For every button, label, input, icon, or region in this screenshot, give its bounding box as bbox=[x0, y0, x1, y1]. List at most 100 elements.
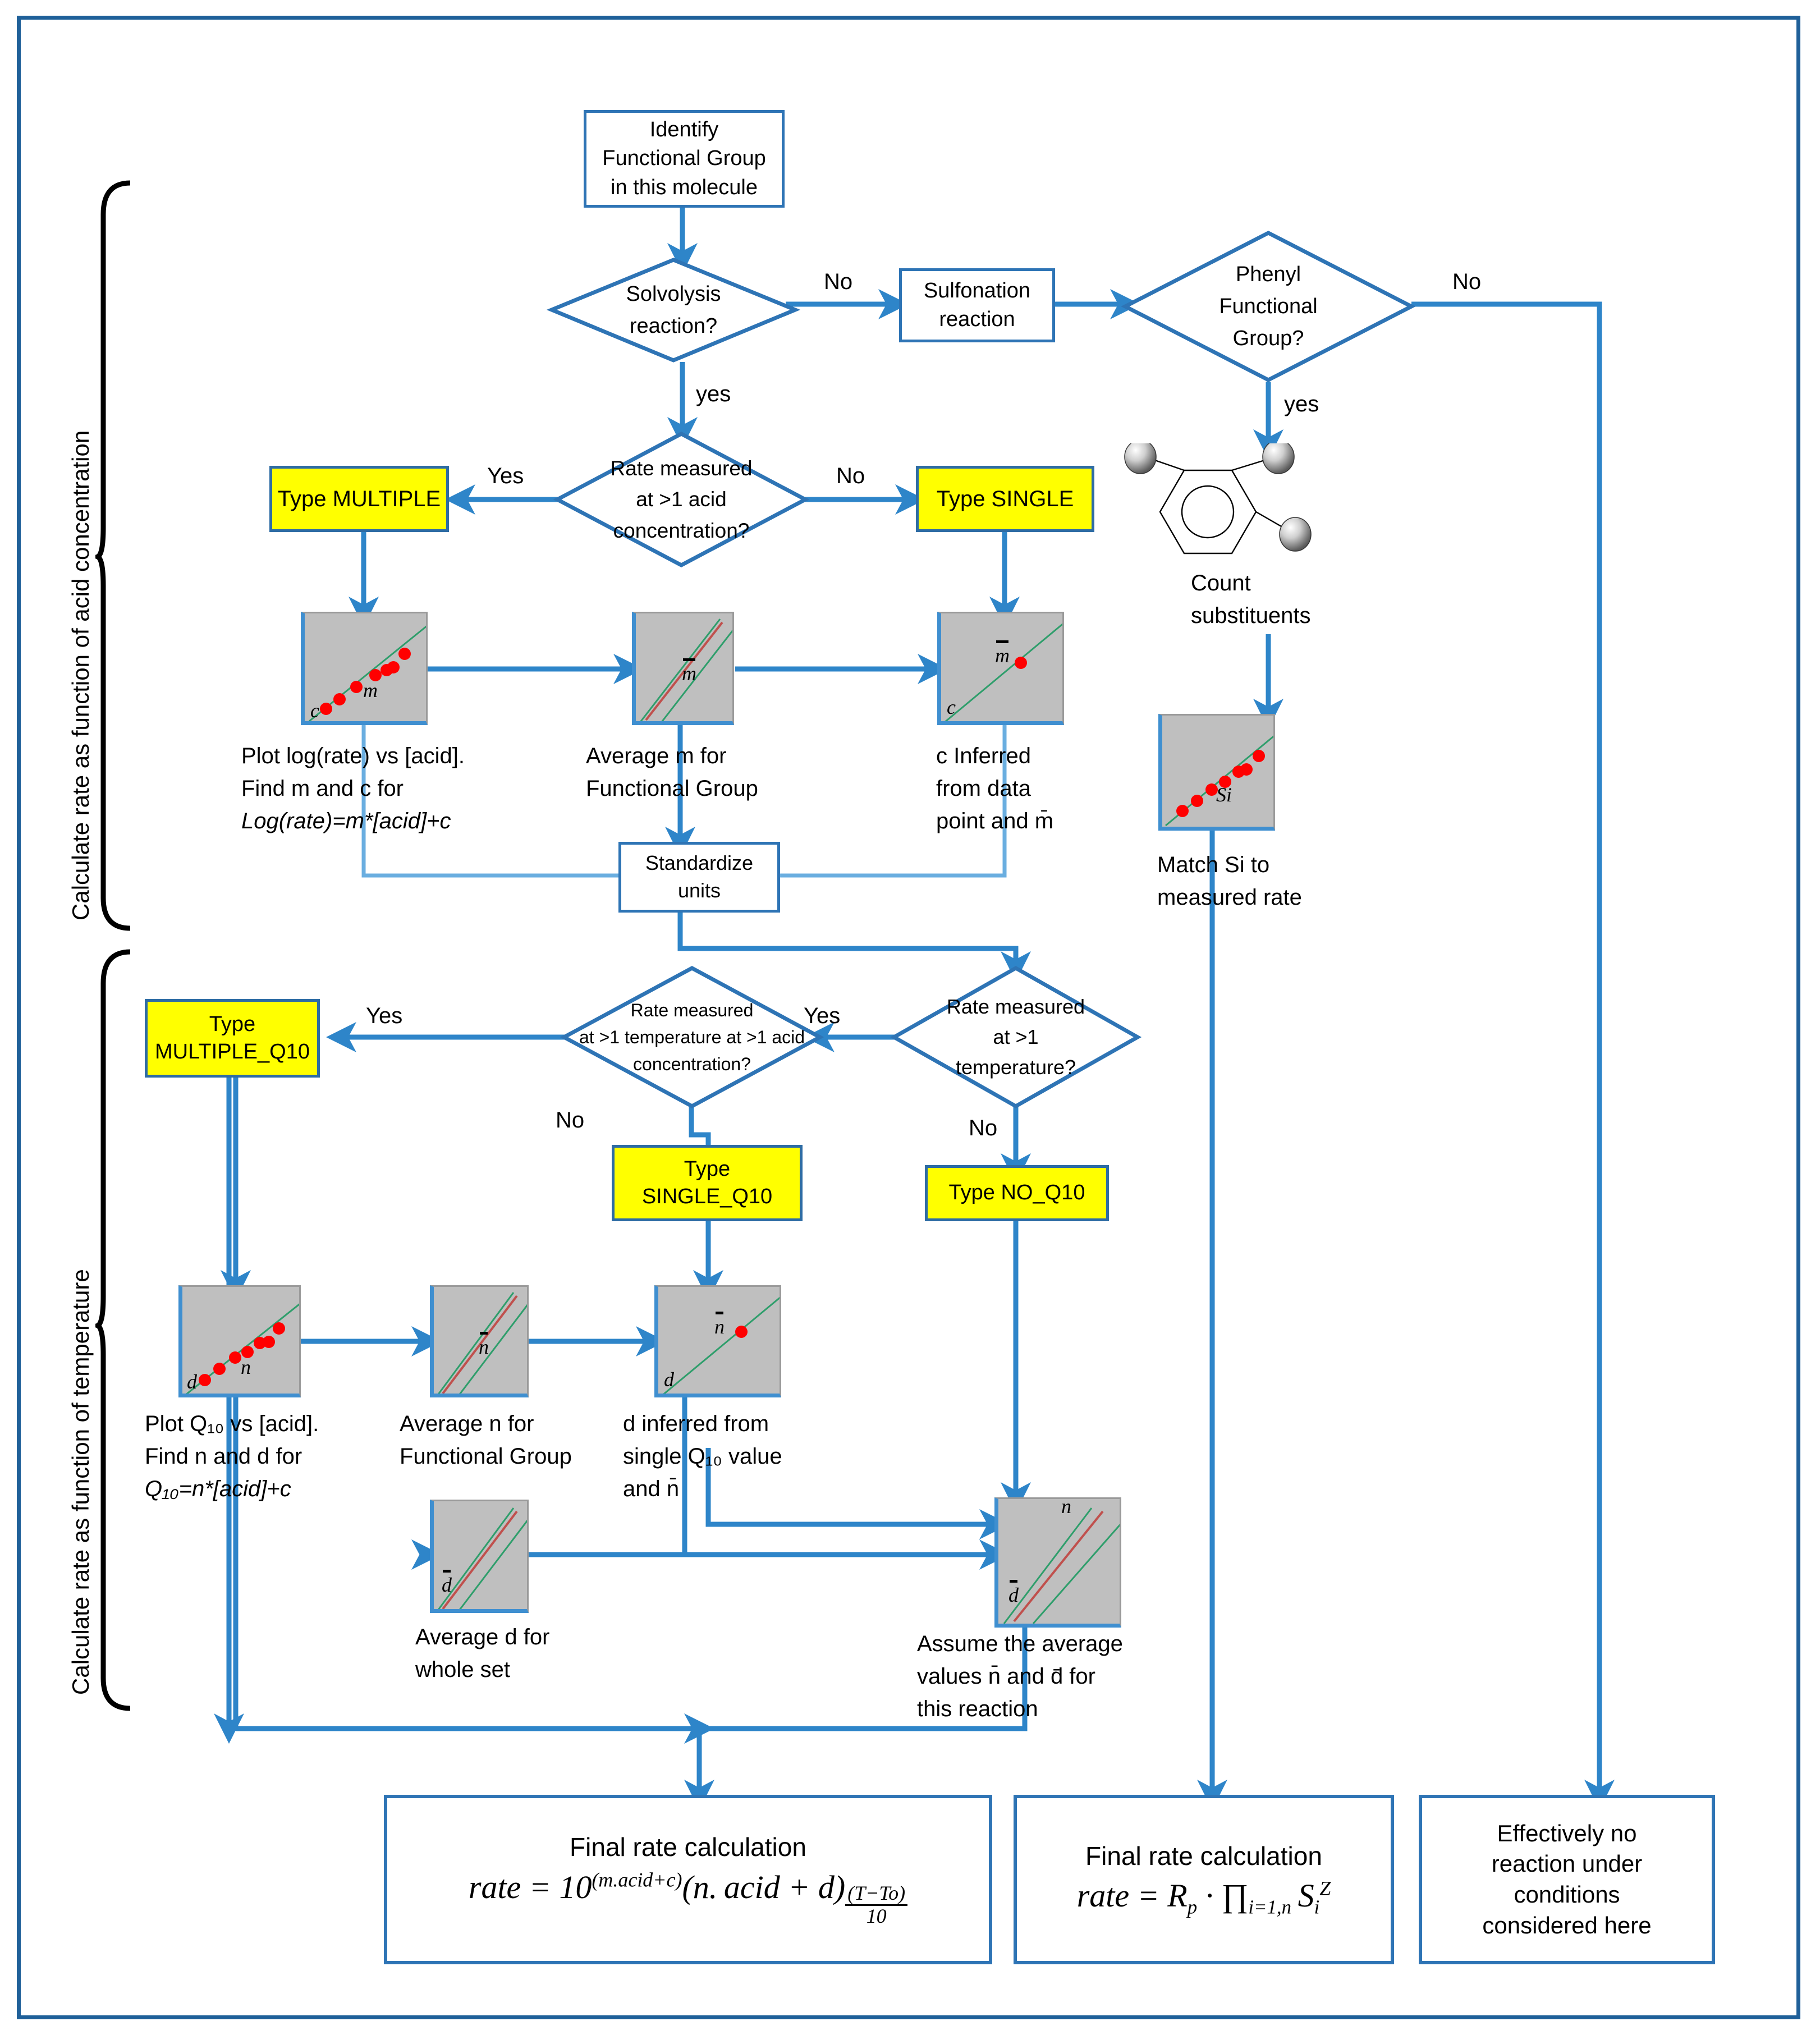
bracket-acid bbox=[95, 180, 131, 931]
caption-assume-average: Assume the average values n̄ and d̄ for … bbox=[917, 1628, 1186, 1725]
caption-c-inferred-line-2: from data bbox=[936, 776, 1031, 801]
node-standardize-line-1: Standardize bbox=[645, 851, 754, 875]
node-standardize-units[interactable]: Standardize units bbox=[618, 842, 780, 913]
node-rate-measured-acid[interactable]: Rate measured at >1 acid concentration? bbox=[553, 432, 810, 567]
plot-match-si[interactable]: Si bbox=[1158, 714, 1275, 831]
node-rate-measured-temp-acid[interactable]: Rate measured at >1 temperature at >1 ac… bbox=[560, 966, 824, 1108]
caption-average-d: Average d for whole set bbox=[415, 1621, 617, 1686]
caption-match-si: Match Si to measured rate bbox=[1157, 849, 1359, 914]
caption-match-si-line-2: measured rate bbox=[1157, 885, 1302, 910]
plot-average-m[interactable]: m bbox=[632, 612, 734, 725]
plot-d-inferred[interactable]: n d bbox=[654, 1285, 781, 1397]
caption-average-n-line-1: Average n for bbox=[400, 1411, 534, 1436]
plot-symbol-n-bar-2: n bbox=[714, 1312, 725, 1339]
caption-d-inferred-line-3: and n̄ bbox=[623, 1477, 680, 1501]
final-rate-1-title: Final rate calculation bbox=[570, 1832, 806, 1862]
node-identify-line-1: Identify bbox=[649, 118, 719, 142]
caption-c-inferred-line-1: c Inferred bbox=[936, 744, 1031, 768]
edge-label-rate-acid-no: No bbox=[836, 464, 865, 488]
node-type-multiple-label: Type MULTIPLE bbox=[277, 487, 441, 511]
node-type-no-q10[interactable]: Type NO_Q10 bbox=[925, 1165, 1109, 1221]
caption-plot-log-rate-line-3: Log(rate)=m*[acid]+c bbox=[241, 809, 451, 833]
plot-average-d[interactable]: d bbox=[430, 1500, 529, 1613]
final-rate-2-formula: rate = Rp · ∏i=1,n SiZ bbox=[1076, 1877, 1331, 1918]
no-reaction-line-3: conditions bbox=[1514, 1881, 1620, 1908]
node-type-multiple-q10-line-1: Type bbox=[209, 1012, 256, 1036]
plot-symbol-c-2: c bbox=[947, 696, 956, 718]
node-identify-functional-group[interactable]: Identify Functional Group in this molecu… bbox=[584, 110, 785, 208]
plot-symbol-d-bar: d bbox=[442, 1570, 452, 1597]
side-label-temp: Calculate rate as function of temperatur… bbox=[67, 1269, 94, 1695]
node-phenyl-functional-group[interactable]: Phenyl Functional Group? bbox=[1121, 231, 1416, 382]
node-type-single-label: Type SINGLE bbox=[936, 487, 1074, 511]
final-rate-2-title: Final rate calculation bbox=[1085, 1841, 1322, 1871]
caption-c-inferred: c Inferred from data point and m̄ bbox=[936, 740, 1099, 837]
caption-d-inferred: d inferred from single Q₁₀ value and n̄ bbox=[623, 1408, 859, 1505]
caption-assume-average-line-1: Assume the average bbox=[917, 1631, 1123, 1656]
no-reaction-box[interactable]: Effectively no reaction under conditions… bbox=[1419, 1795, 1715, 1964]
caption-count-substituents-line-1: Count bbox=[1191, 571, 1251, 595]
caption-count-substituents-line-2: substituents bbox=[1191, 603, 1311, 628]
caption-plot-q10: Plot Q₁₀ vs [acid]. Find n and d for Q₁₀… bbox=[145, 1408, 414, 1505]
no-reaction-line-1: Effectively no bbox=[1497, 1819, 1637, 1846]
node-standardize-line-2: units bbox=[677, 879, 721, 902]
node-type-no-q10-label: Type NO_Q10 bbox=[948, 1181, 1085, 1205]
edge-label-temp-no: No bbox=[969, 1116, 998, 1140]
final-rate-calculation-1[interactable]: Final rate calculation rate = 10(m.acid+… bbox=[384, 1795, 992, 1964]
edge-label-rate-acid-yes: Yes bbox=[487, 464, 524, 488]
caption-average-m-line-2: Functional Group bbox=[586, 776, 758, 801]
edge-label-phenyl-yes: yes bbox=[1284, 392, 1319, 416]
caption-plot-log-rate: Plot log(rate) vs [acid]. Find m and c f… bbox=[241, 740, 556, 837]
side-label-acid: Calculate rate as function of acid conce… bbox=[67, 430, 94, 920]
caption-average-m: Average m for Functional Group bbox=[586, 740, 799, 805]
caption-count-substituents: Count substituents bbox=[1191, 567, 1370, 632]
node-type-single-q10[interactable]: Type SINGLE_Q10 bbox=[612, 1145, 803, 1221]
caption-plot-q10-line-2: Find n and d for bbox=[145, 1444, 302, 1469]
caption-assume-average-line-3: this reaction bbox=[917, 1697, 1038, 1721]
plot-symbol-n: n bbox=[241, 1356, 251, 1378]
caption-plot-q10-line-3: Q₁₀=n*[acid]+c bbox=[145, 1477, 291, 1501]
node-type-single[interactable]: Type SINGLE bbox=[916, 466, 1094, 532]
final-rate-1-formula: rate = 10(m.acid+c)(n. acid + d) (T−To) 10 bbox=[469, 1868, 908, 1927]
edge-label-temp-acid-no: No bbox=[556, 1108, 585, 1133]
node-solvolysis-reaction[interactable]: Solvolysis reaction? bbox=[546, 258, 801, 363]
plot-symbol-d-2: d bbox=[664, 1368, 674, 1391]
edge-label-temp-acid-yes: Yes bbox=[366, 1003, 403, 1028]
final-rate-calculation-2[interactable]: Final rate calculation rate = Rp · ∏i=1,… bbox=[1014, 1795, 1394, 1964]
benzene-molecule-icon bbox=[1100, 439, 1319, 584]
caption-plot-log-rate-line-1: Plot log(rate) vs [acid]. bbox=[241, 744, 465, 768]
caption-match-si-line-1: Match Si to bbox=[1157, 852, 1270, 877]
node-type-multiple-q10[interactable]: Type MULTIPLE_Q10 bbox=[145, 999, 320, 1078]
plot-symbol-m: m bbox=[363, 679, 378, 702]
caption-d-inferred-line-1: d inferred from bbox=[623, 1411, 769, 1436]
no-reaction-line-4: considered here bbox=[1482, 1912, 1652, 1938]
node-sulfonation-reaction[interactable]: Sulfonation reaction bbox=[899, 268, 1055, 342]
node-sulfonation-line-1: Sulfonation bbox=[923, 278, 1031, 302]
node-sulfonation-line-2: reaction bbox=[939, 308, 1015, 331]
node-type-single-q10-line-1: Type bbox=[684, 1157, 731, 1181]
plot-c-inferred[interactable]: m c bbox=[937, 612, 1064, 725]
caption-c-inferred-line-3: point and m̄ bbox=[936, 809, 1054, 833]
plot-assume-average[interactable]: n d bbox=[994, 1497, 1121, 1628]
plot-symbol-d-bar-2: d bbox=[1008, 1580, 1019, 1607]
plot-symbol-si: Si bbox=[1216, 783, 1232, 806]
caption-plot-q10-line-1: Plot Q₁₀ vs [acid]. bbox=[145, 1411, 319, 1436]
caption-plot-log-rate-line-2: Find m and c for bbox=[241, 776, 404, 801]
plot-average-n[interactable]: n bbox=[430, 1285, 529, 1397]
plot-q10-vs-acid[interactable]: n d bbox=[178, 1285, 301, 1397]
bracket-temp bbox=[95, 949, 131, 1711]
caption-average-d-line-2: whole set bbox=[415, 1657, 510, 1682]
no-reaction-line-2: reaction under bbox=[1491, 1850, 1643, 1877]
plot-log-rate-vs-acid[interactable]: m c bbox=[301, 612, 428, 725]
edge-label-phenyl-no: No bbox=[1452, 269, 1482, 294]
plot-symbol-d: d bbox=[187, 1371, 197, 1393]
node-identify-line-3: in this molecule bbox=[611, 175, 758, 199]
plot-symbol-m-bar-2: m bbox=[995, 640, 1010, 667]
edge-label-solvolysis-no: No bbox=[824, 269, 853, 294]
node-type-multiple[interactable]: Type MULTIPLE bbox=[269, 466, 449, 532]
caption-assume-average-line-2: values n̄ and d̄ for bbox=[917, 1664, 1095, 1689]
caption-d-inferred-line-2: single Q₁₀ value bbox=[623, 1444, 782, 1469]
plot-symbol-c: c bbox=[310, 699, 319, 722]
node-rate-measured-temp[interactable]: Rate measured at >1 temperature? bbox=[890, 965, 1142, 1109]
edge-label-solvolysis-yes: yes bbox=[696, 382, 731, 406]
